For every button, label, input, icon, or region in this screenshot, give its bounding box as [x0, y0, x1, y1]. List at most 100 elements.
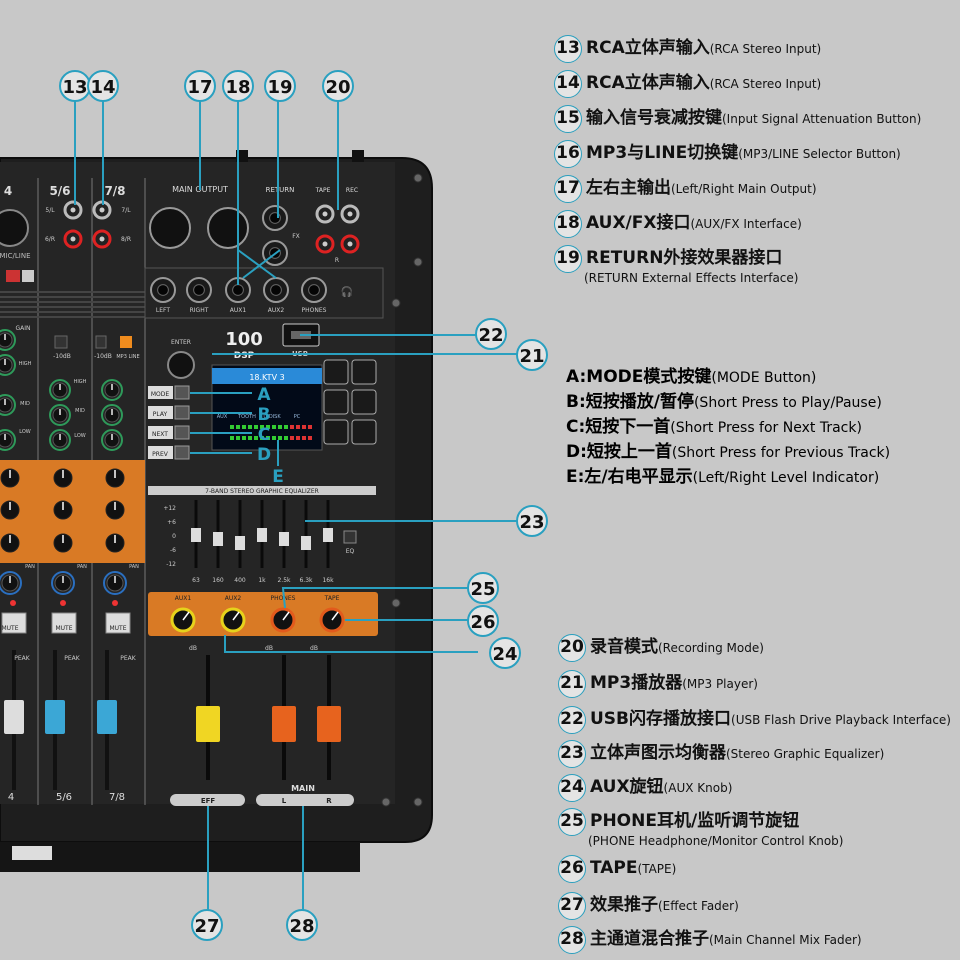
- eq-slider-cap: [257, 528, 267, 542]
- headphone-icon: 🎧: [341, 285, 353, 298]
- level-led: [278, 436, 282, 440]
- legend-number: 13: [554, 35, 582, 63]
- eq-freq-label: 400: [234, 577, 246, 584]
- legend-number: 18: [554, 210, 582, 238]
- legend-english: (MP3/LINE Selector Button): [738, 147, 901, 161]
- screw: [413, 257, 423, 267]
- jack-label: AUX1: [230, 307, 247, 314]
- diagram-stage: 4 5/6 7/8 MIC/LINE 5/L 6/R 7/L 8/R -10dB -10dB MP3…: [0, 0, 960, 960]
- callout-number-23: 23: [519, 512, 544, 533]
- callout-letter-E: E: [272, 467, 284, 487]
- legend-chinese: MP3与LINE切换键: [586, 143, 739, 163]
- level-led: [302, 436, 306, 440]
- level-led: [296, 425, 300, 429]
- channel-label-4: 4: [4, 184, 12, 198]
- screw: [413, 173, 423, 183]
- eq-scale-label: -12: [166, 561, 176, 568]
- abc-english: (Short Press for Previous Track): [671, 445, 891, 461]
- callout-number-24: 24: [492, 644, 517, 665]
- eq-freq-label: 6.3k: [299, 577, 313, 584]
- jack-label: PHONES: [302, 307, 327, 314]
- eq-slider-cap: [323, 528, 333, 542]
- legend-item-22: 22 USB闪存播放接口 (USB Flash Drive Playback Int…: [558, 704, 951, 734]
- mp3-label-text: NEXT: [152, 431, 168, 438]
- level-led: [308, 425, 312, 429]
- label-low: LOW: [19, 429, 31, 435]
- legend-number: 24: [558, 774, 586, 802]
- legend-chinese: MP3播放器: [590, 673, 683, 693]
- eq-freq-label: 160: [212, 577, 224, 584]
- output-jack-hole: [270, 284, 282, 296]
- eq-freq-label: 16k: [322, 577, 334, 584]
- screw: [381, 797, 391, 807]
- legend-item-15: 15 输入信号衰减按键 (Input Signal Attenuation Butt…: [554, 103, 921, 133]
- legend-chinese: PHONE耳机/监听调节旋钮: [590, 811, 800, 831]
- level-led: [290, 436, 294, 440]
- label-peak: PEAK: [64, 655, 81, 662]
- mp3-button-prev: [174, 445, 190, 460]
- rca-input-5l-pin: [70, 207, 76, 213]
- legend-item-28: 28 主通道混合推子 (Main Channel Mix Fader): [558, 924, 862, 954]
- abc-key: B:短按播放/暂停: [566, 392, 694, 412]
- label-high: HIGH: [74, 379, 87, 385]
- output-jack-hole: [193, 284, 205, 296]
- label-fx: FX: [292, 233, 300, 240]
- eq-slider-cap: [235, 536, 245, 550]
- level-led: [272, 436, 276, 440]
- channel-fader-cap: [4, 700, 24, 734]
- screw: [391, 598, 401, 608]
- master-knob-label: TAPE: [324, 595, 340, 602]
- eq-knob: [0, 397, 13, 413]
- rca-rec-l-pin: [347, 211, 353, 217]
- callout-number-17: 17: [187, 77, 212, 98]
- enter-knob: [167, 351, 195, 379]
- level-led: [242, 436, 246, 440]
- legend-chinese: RCA立体声输入: [586, 38, 710, 58]
- abc-legend-item: B:短按播放/暂停(Short Press to Play/Pause): [566, 387, 882, 412]
- legend-number: 22: [558, 706, 586, 734]
- legend-english: (Recording Mode): [658, 641, 764, 655]
- channel-fader-cap: [45, 700, 65, 734]
- mp3-button-play: [174, 405, 190, 420]
- mp3-label-text: PREV: [152, 451, 169, 458]
- channel-label-56: 5/6: [49, 184, 70, 198]
- abc-key: D:短按上一首: [566, 442, 672, 462]
- level-led: [230, 425, 234, 429]
- legend-english: (Main Channel Mix Fader): [709, 933, 862, 947]
- abc-legend-item: A:MODE模式按键(MODE Button): [566, 362, 816, 387]
- abc-english: (Left/Right Level Indicator): [692, 470, 880, 486]
- master-fader-cap: [317, 706, 341, 742]
- fader-db-label: dB: [189, 645, 197, 652]
- legend-number: 27: [558, 892, 586, 920]
- rca-label: 5/L: [45, 207, 55, 214]
- callout-number-19: 19: [267, 77, 292, 98]
- mode-icon-button: [323, 359, 349, 385]
- abc-key: E:左/右电平显示: [566, 467, 693, 487]
- callout-number-21: 21: [519, 346, 544, 367]
- rca-tape-l-pin: [322, 211, 328, 217]
- rca-input-7l-pin: [99, 207, 105, 213]
- eq-knob: [0, 332, 13, 348]
- label-pan: PAN: [129, 564, 139, 570]
- legend-english: (Stereo Graphic Equalizer): [726, 747, 885, 761]
- level-led: [302, 425, 306, 429]
- level-led: [290, 425, 294, 429]
- legend-number: 15: [554, 105, 582, 133]
- legend-item-26: 26 TAPE (TAPE): [558, 855, 676, 883]
- brand-logo-sub: DSP: [234, 351, 255, 361]
- screw: [391, 298, 401, 308]
- mp3-label-text: PLAY: [153, 411, 168, 418]
- master-fader-cap: [272, 706, 296, 742]
- legend-english: (Effect Fader): [658, 899, 739, 913]
- abc-english: (Short Press to Play/Pause): [693, 395, 882, 411]
- legend-subline: (PHONE Headphone/Monitor Control Knob): [588, 834, 844, 848]
- eq-slider-cap: [191, 528, 201, 542]
- eq-scale-label: +12: [163, 505, 176, 512]
- callout-number-13: 13: [62, 77, 87, 98]
- legend-english: (AUX Knob): [663, 781, 733, 795]
- legend-number: 26: [558, 855, 586, 883]
- legend-item-16: 16 MP3与LINE切换键 (MP3/LINE Selector Button): [554, 138, 901, 168]
- abc-key: C:短按下一首: [566, 417, 671, 437]
- brand-logo: 100: [225, 329, 263, 350]
- output-jack-hole: [157, 284, 169, 296]
